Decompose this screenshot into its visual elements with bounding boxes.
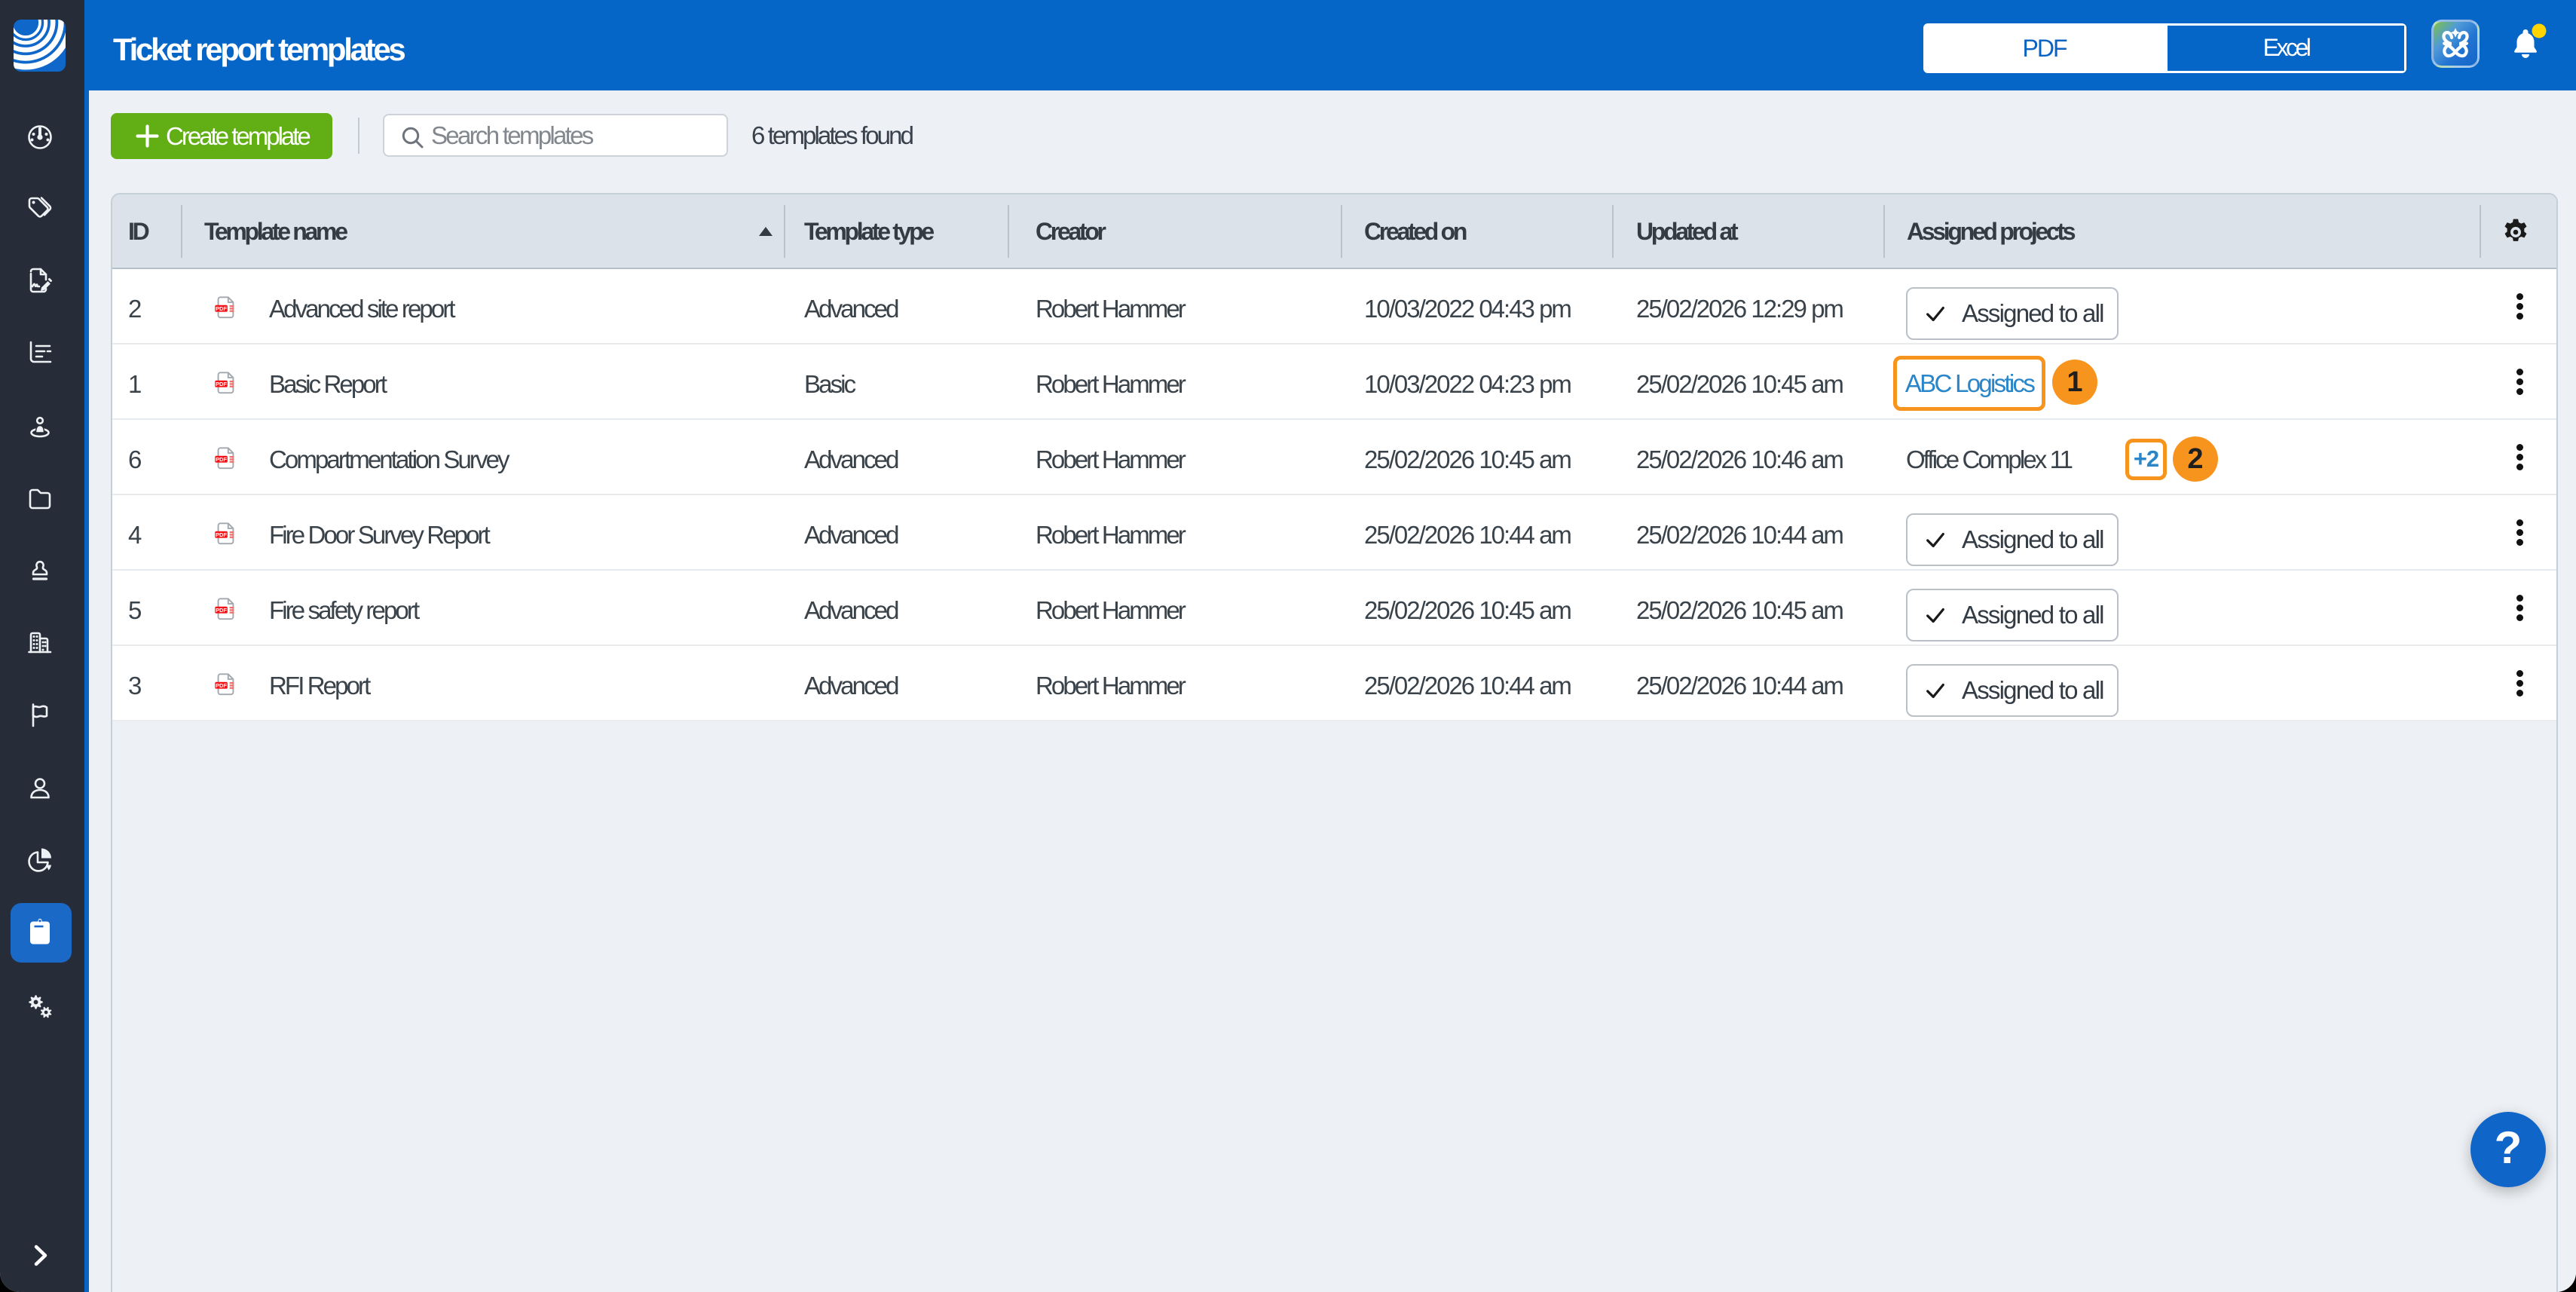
svg-text:PDF: PDF: [216, 456, 227, 463]
svg-text:PDF: PDF: [216, 682, 227, 689]
svg-text:PDF: PDF: [216, 531, 227, 538]
svg-text:PDF: PDF: [216, 305, 227, 312]
svg-text:PDF: PDF: [216, 381, 227, 387]
svg-text:PDF: PDF: [216, 607, 227, 614]
